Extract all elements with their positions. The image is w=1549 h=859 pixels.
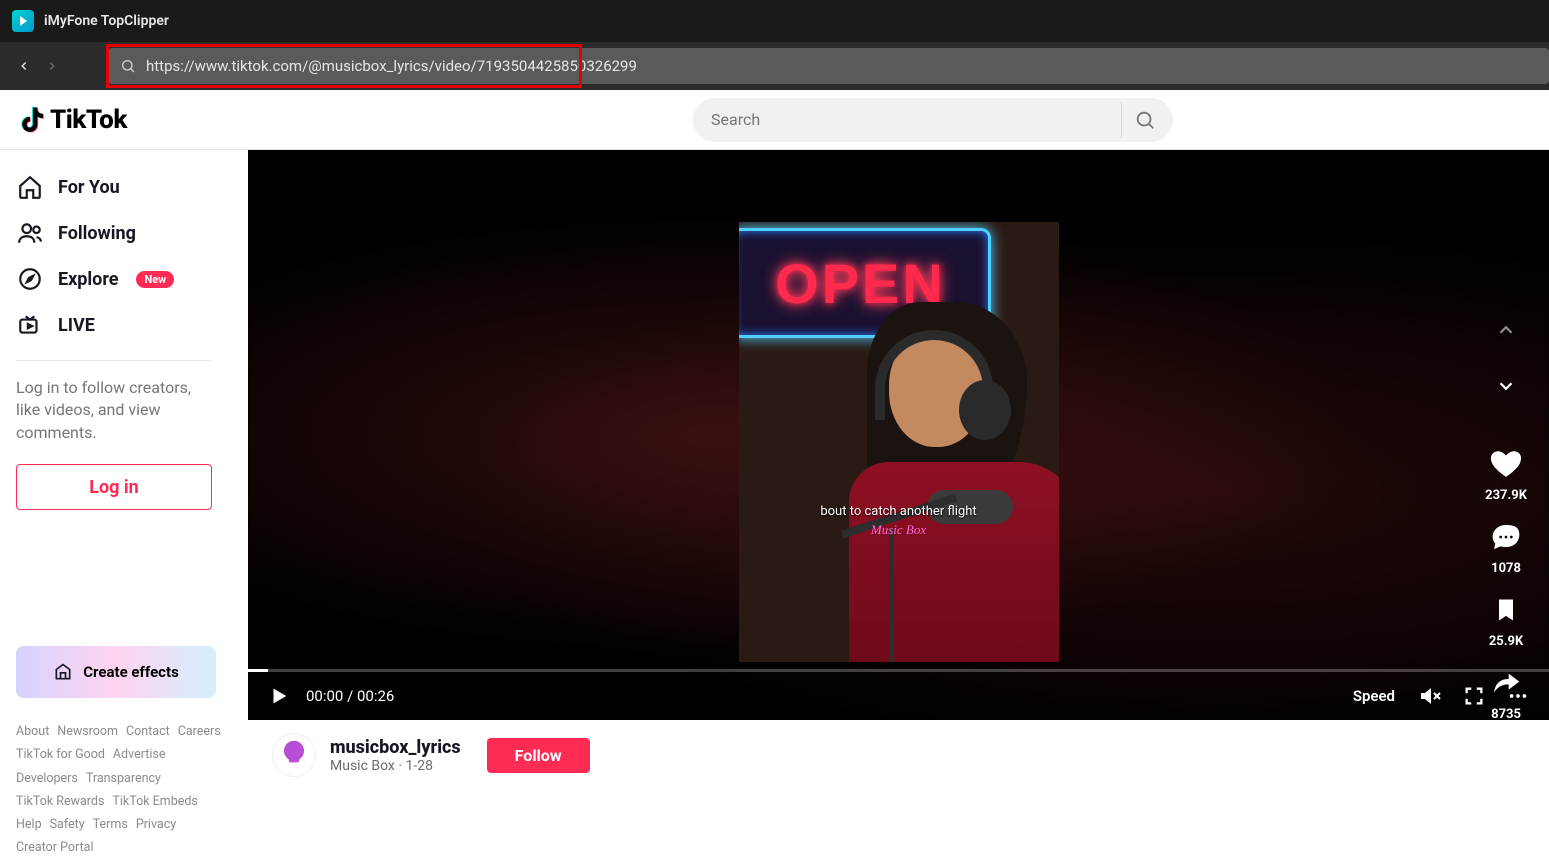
like-count: 237.9K <box>1485 488 1527 503</box>
tiktok-logo-text: TikTok <box>50 105 127 135</box>
nav-back-button[interactable] <box>10 52 38 80</box>
video-player[interactable]: OPEN bout to catch another flight Music … <box>248 150 1549 720</box>
save-button[interactable] <box>1486 590 1526 630</box>
footer-link[interactable]: Creator Portal <box>16 840 94 855</box>
follow-button[interactable]: Follow <box>487 738 590 773</box>
video-subject <box>819 292 1059 662</box>
footer-link[interactable]: Advertise <box>113 747 166 762</box>
tiktok-logo[interactable]: TikTok <box>16 105 127 135</box>
comment-button[interactable] <box>1486 517 1526 557</box>
footer-link[interactable]: TikTok for Good <box>16 747 105 762</box>
sidebar-item-label: For You <box>58 177 120 198</box>
uploader-avatar[interactable] <box>272 733 316 777</box>
footer-link[interactable]: Safety <box>50 817 85 832</box>
nav-forward-button[interactable] <box>38 52 66 80</box>
login-button[interactable]: Log in <box>16 464 212 510</box>
address-input-container <box>108 48 1549 84</box>
prev-video-button[interactable] <box>1486 310 1526 350</box>
uploader-username[interactable]: musicbox_lyrics <box>330 737 461 758</box>
people-icon <box>16 220 44 246</box>
search-input[interactable] <box>711 110 1121 129</box>
create-effects-button[interactable]: Create effects <box>16 646 216 698</box>
sidebar-item-label: Following <box>58 223 136 244</box>
next-video-button[interactable] <box>1486 366 1526 406</box>
like-button[interactable] <box>1486 444 1526 484</box>
footer-link[interactable]: About <box>16 724 49 739</box>
fullscreen-button[interactable] <box>1463 685 1485 707</box>
sidebar-item-foryou[interactable]: For You <box>16 164 240 210</box>
sidebar-item-label: Explore <box>58 269 118 290</box>
tiktok-header: TikTok <box>0 90 1549 150</box>
footer-link[interactable]: Contact <box>126 724 170 739</box>
video-frame: OPEN bout to catch another flight Music … <box>739 222 1059 662</box>
content-area: OPEN bout to catch another flight Music … <box>248 150 1549 859</box>
sidebar-divider <box>16 360 212 361</box>
footer-link[interactable]: Privacy <box>136 817 176 832</box>
footer-link[interactable]: TikTok Rewards <box>16 794 104 809</box>
sidebar-item-explore[interactable]: Explore New <box>16 256 240 302</box>
app-title: iMyFone TopClipper <box>44 13 169 29</box>
uploader-subtitle: Music Box · 1-28 <box>330 758 461 774</box>
search-bar <box>693 98 1173 142</box>
footer-link[interactable]: Developers <box>16 771 78 786</box>
create-effects-label: Create effects <box>83 663 179 681</box>
save-count: 25.9K <box>1489 634 1523 649</box>
sidebar-item-live[interactable]: LIVE <box>16 302 240 348</box>
mute-button[interactable] <box>1417 684 1441 708</box>
search-icon <box>120 58 136 74</box>
footer-link[interactable]: Newsroom <box>57 724 118 739</box>
action-rail: 237.9K 1078 25.9K 8735 <box>1485 310 1527 720</box>
live-icon <box>16 312 44 338</box>
play-button[interactable] <box>268 685 290 707</box>
uploader-row: musicbox_lyrics Music Box · 1-28 Follow <box>248 720 1549 790</box>
compass-icon <box>16 266 44 292</box>
footer-link[interactable]: Terms <box>93 817 128 832</box>
tiktok-logo-icon <box>16 105 46 135</box>
home-icon <box>16 174 44 200</box>
effects-icon <box>53 662 73 682</box>
video-time: 00:00 / 00:26 <box>306 687 394 705</box>
new-badge: New <box>136 271 174 288</box>
sidebar: For You Following Explore New LIVE Log i… <box>0 150 248 859</box>
footer-link[interactable]: Transparency <box>86 771 161 786</box>
footer-link[interactable]: TikTok Embeds <box>112 794 197 809</box>
video-caption: bout to catch another flight <box>820 504 976 519</box>
address-bar-row <box>0 42 1549 90</box>
footer-links: About Newsroom Contact Careers TikTok for G… <box>16 720 224 859</box>
avatar-icon <box>283 744 305 766</box>
video-controls: 00:00 / 00:26 Speed <box>248 672 1549 720</box>
video-watermark: Music Box <box>871 522 926 538</box>
app-titlebar: iMyFone TopClipper <box>0 0 1549 42</box>
address-input[interactable] <box>146 57 1537 75</box>
comment-count: 1078 <box>1491 561 1521 576</box>
search-button[interactable] <box>1121 102 1167 138</box>
footer-link[interactable]: Help <box>16 817 42 832</box>
app-logo-icon <box>12 10 34 32</box>
more-button[interactable] <box>1507 685 1529 707</box>
sidebar-item-label: LIVE <box>58 315 95 336</box>
footer-link[interactable]: Careers <box>178 724 221 739</box>
login-prompt-text: Log in to follow creators, like videos, … <box>16 377 212 444</box>
sidebar-item-following[interactable]: Following <box>16 210 240 256</box>
speed-button[interactable]: Speed <box>1353 687 1395 705</box>
